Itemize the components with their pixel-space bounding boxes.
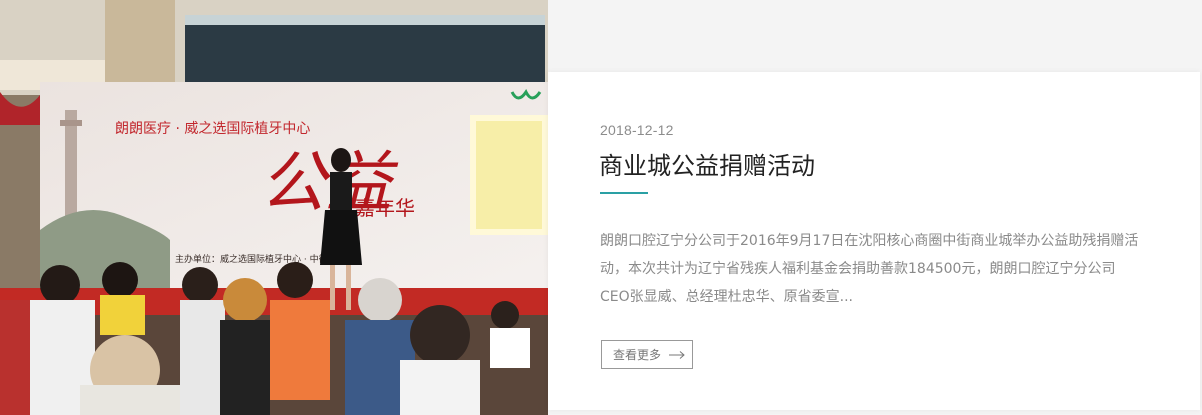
news-card[interactable]: 2018-12-12 商业城公益捐赠活动 朗朗口腔辽宁分公司于2016年9月17… <box>548 72 1200 410</box>
news-date: 2018-12-12 <box>600 122 674 138</box>
news-title[interactable]: 商业城公益捐赠活动 <box>599 146 815 181</box>
banner-sub-text: 嘉年华 <box>355 196 415 220</box>
event-photo: 朗朗医疗 · 威之选国际植牙中心 公益 嘉年华 主办单位：威之选国际植牙中心 ·… <box>0 0 548 415</box>
arrow-right-icon <box>669 350 685 359</box>
view-more-label: 查看更多 <box>613 348 662 362</box>
title-accent-line <box>600 192 648 194</box>
news-summary: 朗朗口腔辽宁分公司于2016年9月17日在沈阳核心商圈中街商业城举办公益助残捐赠… <box>600 233 1139 305</box>
event-photo-illustration: 朗朗医疗 · 威之选国际植牙中心 公益 嘉年华 主办单位：威之选国际植牙中心 ·… <box>0 0 548 415</box>
banner-line1: 朗朗医疗 · 威之选国际植牙中心 <box>115 121 310 137</box>
view-more-button[interactable]: 查看更多 <box>601 340 693 369</box>
